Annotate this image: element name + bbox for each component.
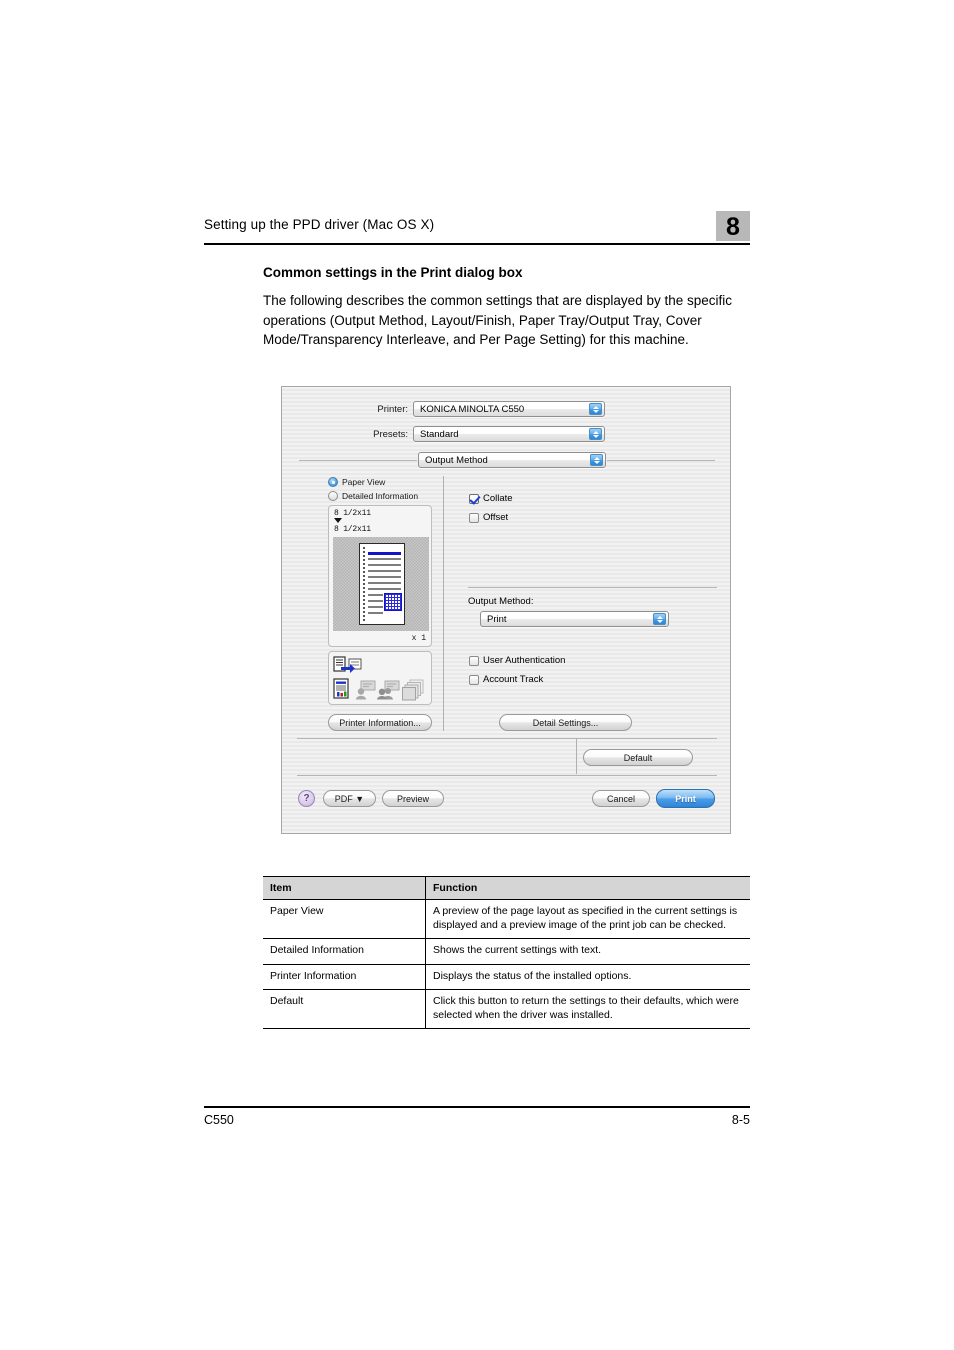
detail-settings-button[interactable]: Detail Settings... <box>499 714 632 731</box>
page-stack-icon <box>402 679 424 701</box>
chevron-updown-icon <box>653 613 666 625</box>
checkbox-unchecked-icon <box>469 655 479 666</box>
intro-paragraph: The following describes the common setti… <box>263 293 732 347</box>
checkbox-unchecked-icon <box>469 674 479 685</box>
binding-marks-icon <box>363 547 365 623</box>
footer-divider <box>297 775 717 776</box>
table-row: Default Click this button to return the … <box>263 989 750 1029</box>
preview-sheet <box>359 543 405 625</box>
printer-select[interactable]: KONICA MINOLTA C550 <box>413 401 605 417</box>
print-button[interactable]: Print <box>656 789 715 808</box>
checkbox-unchecked-icon <box>469 512 479 523</box>
table-cell-item: Paper View <box>263 899 426 939</box>
user-authentication-icon <box>355 680 376 700</box>
preview-output-size: 8 1/2x11 <box>334 525 371 534</box>
output-method-label: Output Method: <box>468 596 534 607</box>
user-authentication-label: User Authentication <box>483 655 566 666</box>
printer-information-button[interactable]: Printer Information... <box>328 714 432 731</box>
account-track-icon <box>377 680 400 700</box>
help-button[interactable]: ? <box>298 790 315 807</box>
offset-label: Offset <box>483 512 509 523</box>
radio-detailed-information-label: Detailed Information <box>342 491 419 501</box>
radio-paper-view[interactable]: Paper View <box>328 477 385 487</box>
option-icons <box>328 651 432 705</box>
radio-off-icon <box>328 491 338 501</box>
default-section-divider <box>297 738 717 739</box>
pane-rule-right <box>607 460 715 461</box>
presets-label: Presets: <box>373 429 408 440</box>
footer-rule <box>204 1106 750 1108</box>
account-track-checkbox[interactable]: Account Track <box>469 674 543 685</box>
footer-model: C550 <box>204 1113 234 1127</box>
page-title: Setting up the PPD driver (Mac OS X) <box>204 217 435 232</box>
cancel-button[interactable]: Cancel <box>592 790 650 807</box>
column-divider <box>443 476 444 731</box>
output-method-select[interactable]: Print <box>480 611 669 627</box>
preview-copies: x 1 <box>411 634 426 643</box>
arrow-down-icon <box>334 518 342 523</box>
chevron-updown-icon <box>590 454 603 466</box>
color-settings-icon <box>333 678 349 699</box>
settings-table: Item Function Paper View A preview of th… <box>263 876 750 1029</box>
presets-select-value: Standard <box>420 428 459 440</box>
collate-label: Collate <box>483 493 513 504</box>
user-authentication-checkbox[interactable]: User Authentication <box>469 655 565 666</box>
output-tray-icon <box>333 656 362 673</box>
default-button[interactable]: Default <box>583 749 693 766</box>
radio-on-icon <box>328 477 338 487</box>
table-cell-item: Detailed Information <box>263 938 426 965</box>
chevron-updown-icon <box>589 428 602 440</box>
table-row: Detailed Information Shows the current s… <box>263 938 750 965</box>
pdf-menu-button[interactable]: PDF ▼ <box>323 790 376 807</box>
table-header-row: Item Function <box>263 876 750 900</box>
default-vertical-divider <box>576 738 577 774</box>
output-method-select-value: Print <box>487 613 507 625</box>
offset-checkbox[interactable]: Offset <box>469 512 508 523</box>
presets-select[interactable]: Standard <box>413 426 605 442</box>
chapter-badge: 8 <box>716 211 750 241</box>
paper-preview: 8 1/2x11 8 1/2x11 x 1 <box>328 505 432 647</box>
preview-image-block <box>384 593 402 611</box>
pane-rule-left <box>299 460 417 461</box>
collate-checkbox[interactable]: Collate <box>469 493 513 504</box>
footer-page-number: 8-5 <box>731 1113 750 1127</box>
print-dialog: Printer: KONICA MINOLTA C550 Presets: St… <box>281 386 731 834</box>
table-header-function: Function <box>425 876 750 900</box>
pane-select[interactable]: Output Method <box>418 452 606 468</box>
preview-source-size: 8 1/2x11 <box>334 509 371 518</box>
radio-paper-view-label: Paper View <box>342 477 386 487</box>
table-cell-function: Shows the current settings with text. <box>425 938 750 965</box>
pane-select-value: Output Method <box>425 454 488 466</box>
printer-select-value: KONICA MINOLTA C550 <box>420 403 525 415</box>
account-track-label: Account Track <box>483 674 544 685</box>
table-header-item: Item <box>263 876 426 900</box>
settings-divider <box>468 587 717 588</box>
checkbox-checked-icon <box>469 493 479 504</box>
table-cell-item: Default <box>263 989 426 1029</box>
table-row: Paper View A preview of the page layout … <box>263 899 750 939</box>
printer-label: Printer: <box>377 404 408 415</box>
chevron-updown-icon <box>589 403 602 415</box>
radio-detailed-information[interactable]: Detailed Information <box>328 491 418 501</box>
preview-button[interactable]: Preview <box>382 790 444 807</box>
table-cell-item: Printer Information <box>263 964 426 990</box>
section-heading: Common settings in the Print dialog box <box>263 265 523 280</box>
preview-canvas <box>333 537 429 631</box>
table-cell-function: Displays the status of the installed opt… <box>425 964 750 990</box>
table-cell-function: Click this button to return the settings… <box>425 989 750 1029</box>
table-cell-function: A preview of the page layout as specifie… <box>425 899 750 939</box>
header-divider <box>204 243 750 245</box>
table-row: Printer Information Displays the status … <box>263 964 750 990</box>
